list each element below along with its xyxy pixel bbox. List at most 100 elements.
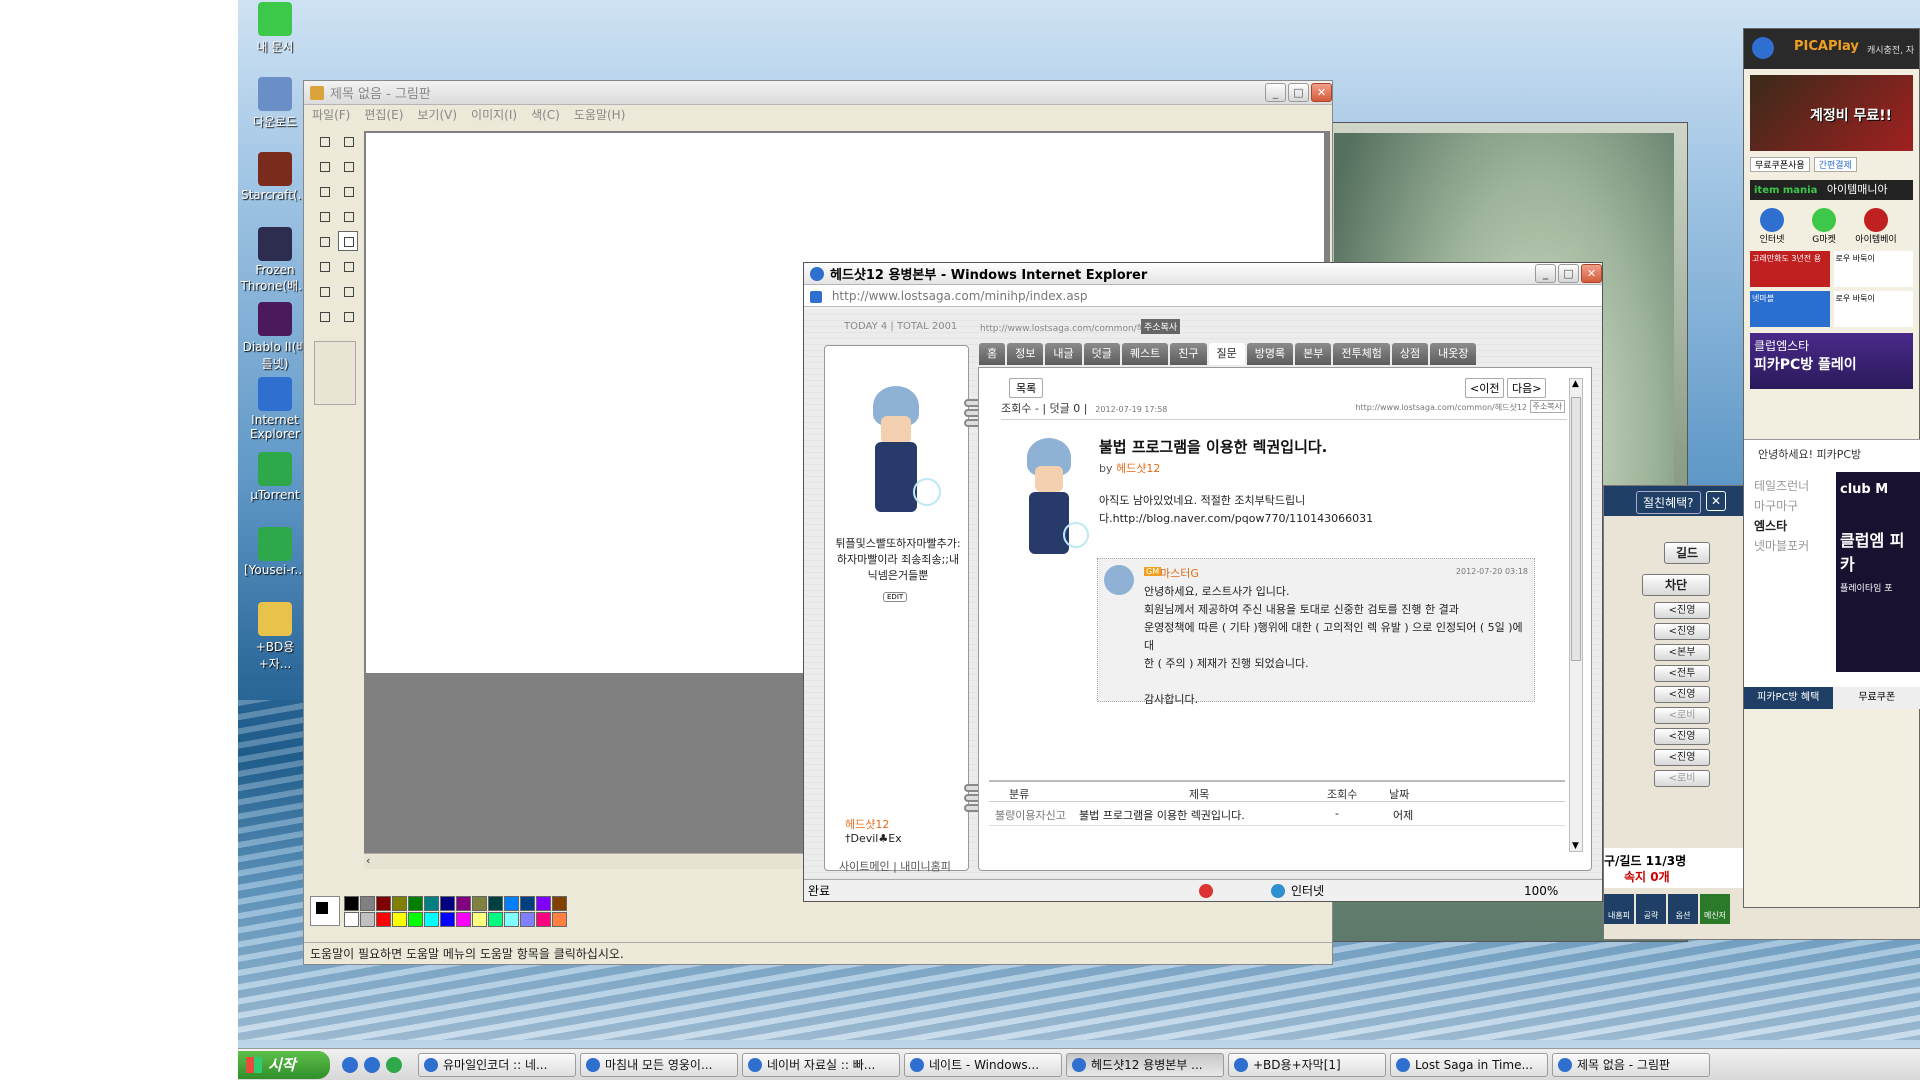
taskbar-item[interactable]: +BD용+자막[1]: [1228, 1053, 1386, 1077]
paint-menu-item[interactable]: 파일(F): [312, 108, 350, 122]
header-links[interactable]: 캐시충전, 자: [1867, 43, 1914, 56]
guild-name[interactable]: †Devil♣Ex: [845, 832, 902, 845]
game-tile-2[interactable]: 로우 바둑이: [1833, 251, 1913, 287]
palette-swatch[interactable]: [392, 896, 407, 911]
tab-coupon[interactable]: 무료쿠폰: [1832, 687, 1920, 709]
tab-4[interactable]: 퀘스트: [1121, 343, 1169, 365]
scroll-down-icon[interactable]: ▼: [1572, 841, 1579, 851]
palette-swatch[interactable]: [536, 896, 551, 911]
game-tile-1[interactable]: 고래만화도 3년전 용: [1750, 251, 1830, 287]
tab-2[interactable]: 내글: [1045, 343, 1082, 365]
desktop-icon[interactable]: 다운로드: [240, 77, 310, 130]
game-side-button[interactable]: <진영: [1654, 623, 1710, 640]
desktop-icon[interactable]: Internet Explorer: [240, 377, 310, 441]
palette-swatch[interactable]: [472, 896, 487, 911]
ad-shortcut[interactable]: G마켓: [1802, 208, 1846, 245]
paint-menu-item[interactable]: 편집(E): [364, 108, 403, 122]
paint-menu-item[interactable]: 보기(V): [417, 108, 457, 122]
desktop-icon[interactable]: Frozen Throne(배...: [240, 227, 310, 294]
post-body-line-2[interactable]: 다.http://blog.naver.com/pqow770/11014306…: [1099, 510, 1373, 526]
club-banner[interactable]: 클럽엠스타 피카PC방 플레이: [1750, 333, 1913, 389]
palette-swatch[interactable]: [408, 896, 423, 911]
palette-swatch[interactable]: [360, 896, 375, 911]
palette-swatch[interactable]: [504, 912, 519, 927]
start-button[interactable]: 시작: [238, 1051, 330, 1079]
paint-tool-icon[interactable]: [314, 131, 334, 151]
paint-tool-icon[interactable]: [314, 306, 334, 326]
taskbar-item[interactable]: 네이트 - Windows...: [904, 1053, 1062, 1077]
game-tab-block[interactable]: 차단: [1642, 574, 1710, 596]
desktop-icon[interactable]: [Yousei-r...: [240, 527, 310, 577]
list-button[interactable]: 목록: [1009, 378, 1044, 398]
quick-launch-utorrent-icon[interactable]: [386, 1057, 402, 1073]
game-tile-4[interactable]: 로우 바둑이: [1833, 291, 1913, 327]
taskbar-item[interactable]: 제목 없음 - 그림판: [1552, 1053, 1710, 1077]
paint-tool-icon[interactable]: [314, 181, 334, 201]
quick-launch-ie-icon[interactable]: [342, 1057, 358, 1073]
palette-swatch[interactable]: [440, 896, 455, 911]
palette-swatch[interactable]: [344, 896, 359, 911]
tab-0[interactable]: 홈: [979, 343, 1006, 365]
tab-7[interactable]: 방명록: [1246, 343, 1294, 365]
palette-swatch[interactable]: [488, 896, 503, 911]
palette-swatch[interactable]: [488, 912, 503, 927]
paint-tool-icon[interactable]: [338, 206, 358, 226]
scroll-up-icon[interactable]: ▲: [1572, 379, 1579, 389]
post-author[interactable]: 헤드샷12: [1116, 462, 1160, 475]
vertical-scrollbar[interactable]: ▲ ▼: [1569, 378, 1583, 852]
palette-swatch[interactable]: [520, 912, 535, 927]
paint-menu-item[interactable]: 이미지(I): [471, 108, 517, 122]
game-side-button[interactable]: <진영: [1654, 749, 1710, 766]
copy-address-button[interactable]: 주소복사: [1141, 319, 1181, 334]
next-button[interactable]: 다음>: [1507, 378, 1547, 398]
game-tab-guild[interactable]: 길드: [1664, 542, 1710, 564]
palette-swatch[interactable]: [424, 912, 439, 927]
prev-button[interactable]: <이전: [1465, 378, 1505, 398]
footer-links[interactable]: 사이트메인 | 내미니홈피: [839, 858, 951, 874]
palette-swatch[interactable]: [360, 912, 375, 927]
tab-6[interactable]: 질문: [1208, 343, 1245, 365]
paint-tool-icon[interactable]: [338, 231, 358, 251]
tab-8[interactable]: 본부: [1295, 343, 1332, 365]
edit-button[interactable]: EDIT: [883, 592, 908, 602]
taskbar-item[interactable]: Lost Saga in Time...: [1390, 1053, 1548, 1077]
palette-swatch[interactable]: [456, 896, 471, 911]
desktop-icon[interactable]: +BD용+자...: [240, 602, 310, 672]
minimize-button[interactable]: _: [1535, 264, 1556, 283]
game-side-button[interactable]: <전투: [1654, 665, 1710, 682]
maximize-button[interactable]: □: [1558, 264, 1579, 283]
palette-swatch[interactable]: [344, 912, 359, 927]
taskbar-item[interactable]: 네이버 자료실 :: 빠...: [742, 1053, 900, 1077]
paint-tool-icon[interactable]: [338, 306, 358, 326]
banner-link-coupon[interactable]: 무료쿠폰사용: [1750, 157, 1810, 172]
game-bottom-button[interactable]: 메신저: [1700, 894, 1730, 924]
palette-swatch[interactable]: [456, 912, 471, 927]
copy-address-button[interactable]: 주소복사: [1529, 400, 1565, 413]
table-cell[interactable]: 불법 프로그램을 이용한 렉권입니다.: [1079, 807, 1245, 823]
address-input[interactable]: http://www.lostsaga.com/minihp/index.asp: [832, 289, 1088, 303]
maximize-button[interactable]: □: [1288, 83, 1309, 102]
palette-swatch[interactable]: [376, 912, 391, 927]
desktop-icon[interactable]: 내 문서: [240, 2, 310, 55]
palette-swatch[interactable]: [376, 896, 391, 911]
game-side-button[interactable]: <본부: [1654, 644, 1710, 661]
palette-swatch[interactable]: [536, 912, 551, 927]
tab-9[interactable]: 전투체험: [1333, 343, 1390, 365]
taskbar-item[interactable]: 헤드샷12 용병본부 ...: [1066, 1053, 1224, 1077]
palette-swatch[interactable]: [504, 896, 519, 911]
palette-swatch[interactable]: [552, 896, 567, 911]
paint-tool-icon[interactable]: [338, 256, 358, 276]
owner-name[interactable]: 헤드샷12: [845, 816, 889, 832]
paint-tool-icon[interactable]: [338, 131, 358, 151]
game-side-button[interactable]: <진영: [1654, 686, 1710, 703]
tab-3[interactable]: 덧글: [1083, 343, 1120, 365]
game-bottom-button[interactable]: 공략: [1636, 894, 1666, 924]
taskbar-item[interactable]: 마침내 모든 영웅이...: [580, 1053, 738, 1077]
close-button[interactable]: ✕: [1311, 83, 1332, 102]
tab-10[interactable]: 상점: [1391, 343, 1429, 365]
close-button[interactable]: ✕: [1581, 264, 1602, 283]
paint-tool-icon[interactable]: [314, 156, 334, 176]
banner-link-pay[interactable]: 간편결제: [1813, 157, 1857, 172]
game-bottom-button[interactable]: 옵션: [1668, 894, 1698, 924]
scroll-thumb[interactable]: [1571, 397, 1581, 661]
